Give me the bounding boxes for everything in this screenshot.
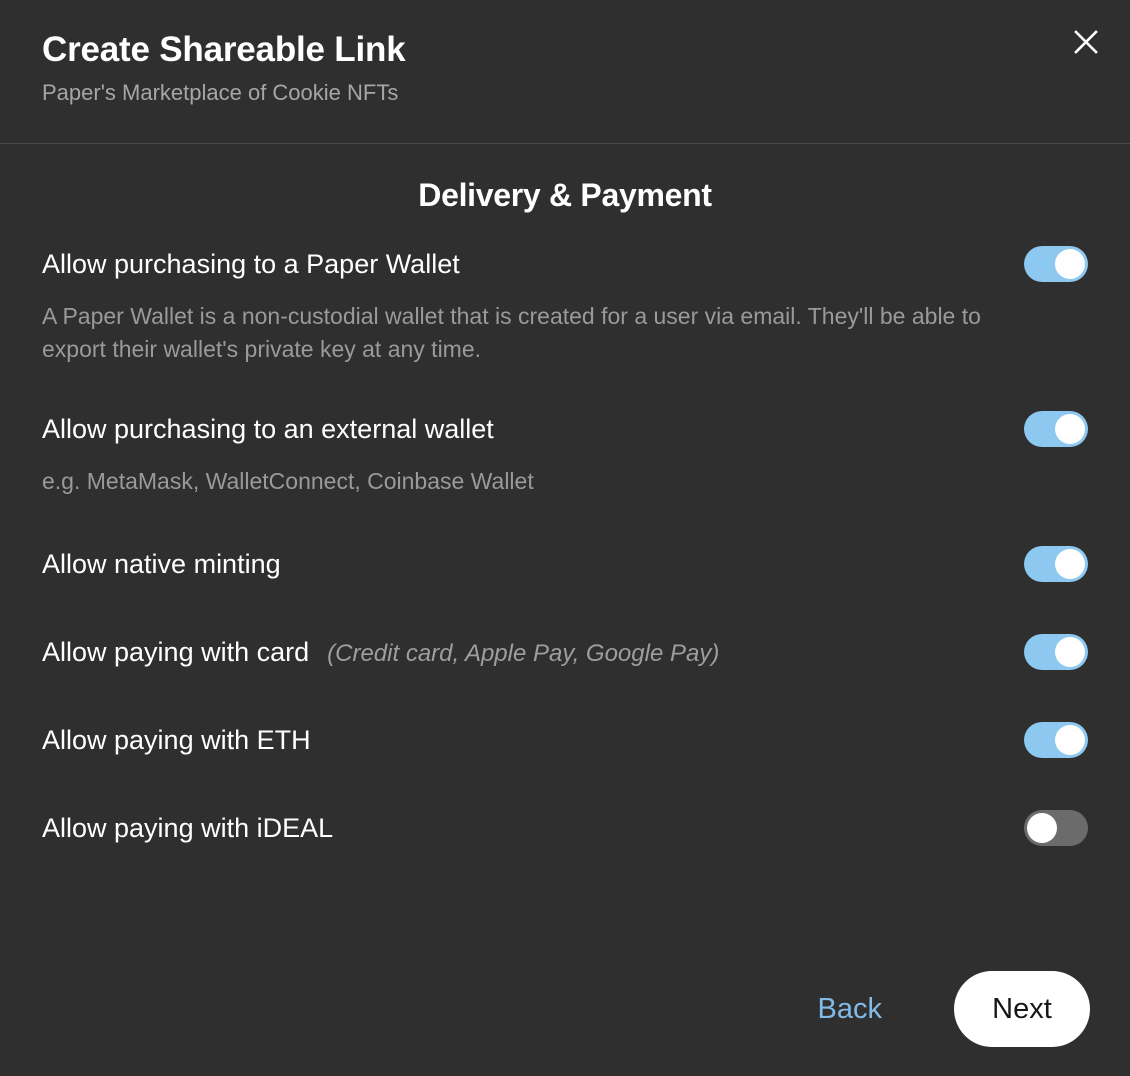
- option-label: Allow native minting: [42, 548, 281, 579]
- option-label: Allow paying with ETH: [42, 724, 311, 755]
- option-row-pay-eth: Allow paying with ETH: [42, 718, 1088, 762]
- toggle-allow-native-minting[interactable]: [1024, 545, 1088, 582]
- toggle-knob: [1055, 636, 1085, 667]
- toggle-allow-paying-ideal[interactable]: [1024, 809, 1088, 846]
- next-button[interactable]: Next: [954, 971, 1090, 1047]
- option-block: Allow purchasing to a Paper Wallet A Pap…: [42, 242, 1088, 365]
- option-label-wrap: Allow purchasing to a Paper Wallet: [42, 248, 1024, 280]
- option-description: A Paper Wallet is a non-custodial wallet…: [42, 303, 981, 362]
- toggle-allow-paying-eth[interactable]: [1024, 721, 1088, 758]
- modal-footer: Back Next: [0, 960, 1130, 1076]
- toggle-knob: [1055, 548, 1085, 579]
- section-heading: Delivery & Payment: [418, 177, 712, 213]
- option-label: Allow paying with card: [42, 636, 310, 667]
- option-block: Allow paying with iDEAL: [42, 806, 1088, 850]
- option-label-wrap: Allow purchasing to an external wallet: [42, 413, 1024, 445]
- toggle-allow-paying-card[interactable]: [1024, 633, 1088, 670]
- option-label-wrap: Allow paying with ETH: [42, 724, 1024, 756]
- option-block: Allow paying with ETH: [42, 718, 1088, 762]
- options-list: Allow purchasing to a Paper Wallet A Pap…: [42, 242, 1088, 850]
- option-block: Allow native minting: [42, 542, 1088, 586]
- option-row-pay-card: Allow paying with card (Credit card, App…: [42, 630, 1088, 674]
- option-row-external-wallet: Allow purchasing to an external wallet: [42, 407, 1088, 451]
- modal-body: Delivery & Payment Allow purchasing to a…: [0, 144, 1130, 960]
- option-row-pay-ideal: Allow paying with iDEAL: [42, 806, 1088, 850]
- option-block: Allow purchasing to an external wallet e…: [42, 407, 1088, 498]
- back-button[interactable]: Back: [804, 985, 896, 1034]
- option-row-paper-wallet: Allow purchasing to a Paper Wallet: [42, 242, 1088, 286]
- modal-subtitle: Paper's Marketplace of Cookie NFTs: [42, 80, 399, 106]
- option-label-wrap: Allow native minting: [42, 548, 1024, 580]
- create-shareable-link-modal: Create Shareable Link Paper's Marketplac…: [0, 0, 1130, 1076]
- option-label: Allow purchasing to a Paper Wallet: [42, 248, 460, 279]
- modal-header: Create Shareable Link Paper's Marketplac…: [0, 0, 1130, 144]
- option-row-native-minting: Allow native minting: [42, 542, 1088, 586]
- toggle-knob: [1055, 724, 1085, 755]
- toggle-knob: [1027, 812, 1057, 843]
- option-label-wrap: Allow paying with card (Credit card, App…: [42, 636, 1024, 669]
- option-label: Allow purchasing to an external wallet: [42, 414, 494, 445]
- option-block: Allow paying with card (Credit card, App…: [42, 630, 1088, 674]
- toggle-allow-external-wallet[interactable]: [1024, 411, 1088, 448]
- toggle-knob: [1055, 249, 1085, 279]
- toggle-allow-paper-wallet[interactable]: [1024, 246, 1088, 282]
- option-description: e.g. MetaMask, WalletConnect, Coinbase W…: [42, 468, 534, 495]
- modal-title: Create Shareable Link: [42, 30, 406, 69]
- close-button[interactable]: [1064, 20, 1108, 64]
- option-label-wrap: Allow paying with iDEAL: [42, 812, 1024, 844]
- option-hint: (Credit card, Apple Pay, Google Pay): [327, 639, 720, 667]
- option-label: Allow paying with iDEAL: [42, 812, 334, 843]
- close-icon: [1071, 27, 1101, 57]
- toggle-knob: [1055, 414, 1085, 445]
